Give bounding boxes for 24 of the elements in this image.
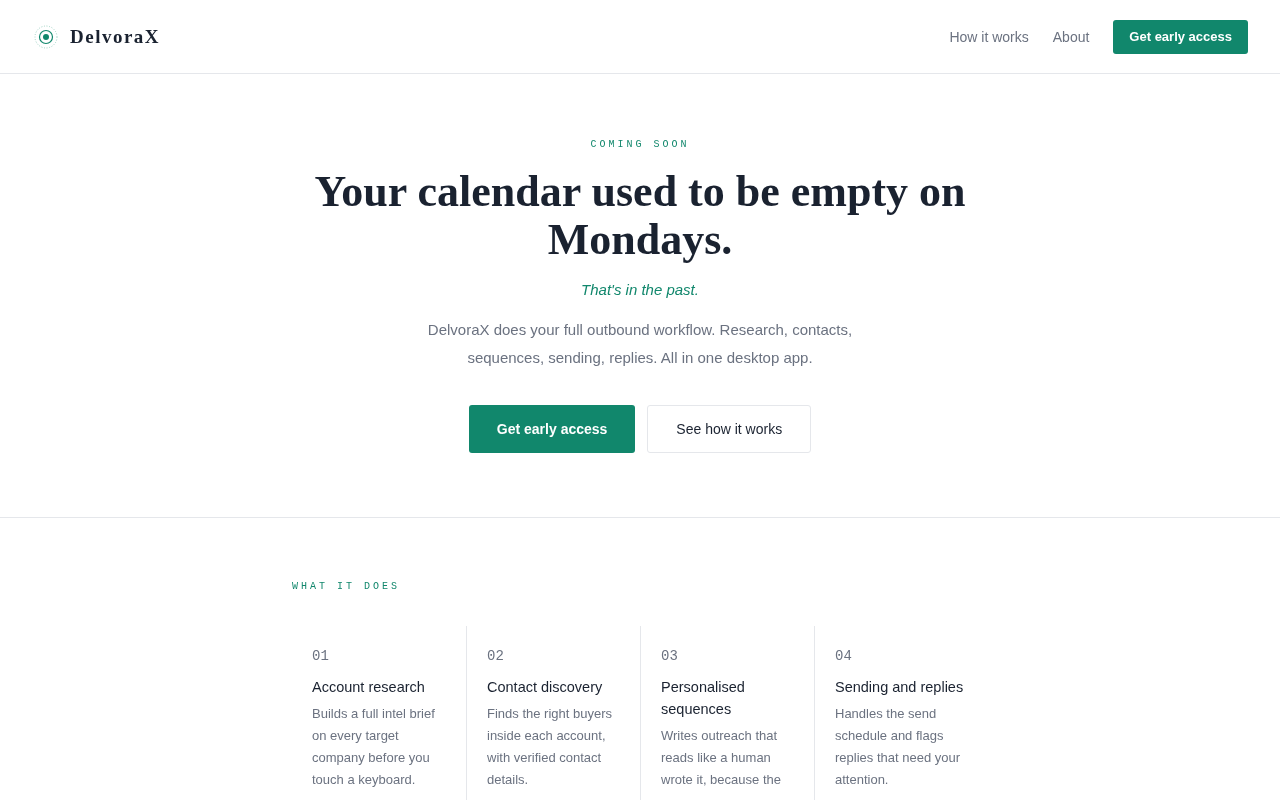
feature-title: Contact discovery	[487, 678, 604, 697]
section-label: WHAT IT DOES	[292, 580, 401, 594]
nav-link[interactable]: About	[1052, 28, 1090, 45]
step-number: 04	[835, 647, 853, 666]
brand-name[interactable]: DelvoraX	[70, 25, 161, 48]
feature-title: Personalised sequences	[661, 678, 746, 719]
early-access-button[interactable]: Get early access	[1113, 19, 1248, 54]
feature-title: Account research	[312, 678, 426, 697]
feature-title: Sending and replies	[835, 678, 965, 697]
feature-description: Finds the right buyers inside each account, with verified contact details.	[487, 705, 613, 789]
early-access-button[interactable]: Get early access	[468, 405, 636, 453]
nav-link[interactable]: How it works	[949, 28, 1029, 45]
step-number: 02	[487, 647, 505, 666]
hero-tagline: That's in the past.	[581, 280, 699, 300]
feature-description: Writes outreach that reads like a human wrote it, because the	[661, 727, 782, 789]
logo-icon	[34, 24, 58, 49]
step-number: 03	[661, 647, 679, 666]
step-number: 01	[312, 647, 330, 666]
eyebrow-label: COMING SOON	[590, 138, 690, 152]
feature-description: Builds a full intel brief on every target company before you touch a keyboard.	[312, 705, 436, 789]
hero-heading: Your calendar used to be empty on Mondays.	[313, 168, 967, 264]
hero-description: DelvoraX does your full outbound workflow. Research, contacts, sequences, sending, replies. All in one desktop app.	[426, 320, 854, 368]
how-it-works-button[interactable]: See how it works	[647, 405, 812, 453]
feature-description: Handles the send schedule and flags replies that need your attention.	[835, 705, 962, 789]
